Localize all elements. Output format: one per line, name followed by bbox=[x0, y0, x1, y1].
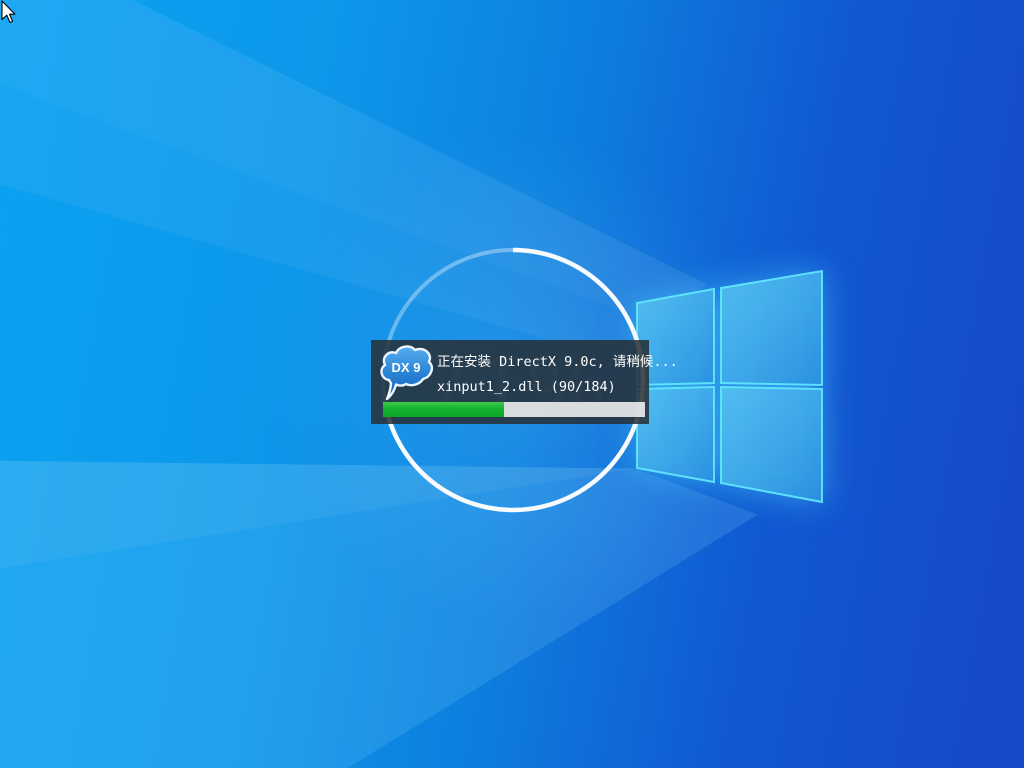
progress-bar-track bbox=[383, 402, 645, 417]
progress-fill bbox=[383, 402, 504, 417]
install-status-text: 正在安装 DirectX 9.0c, 请稍候... bbox=[437, 350, 678, 370]
install-file-counter: xinput1_2.dll (90/184) bbox=[437, 379, 616, 395]
directx-install-dialog: DX 9 正在安装 DirectX 9.0c, 请稍候... xinput1_2… bbox=[371, 340, 649, 424]
mouse-cursor-icon bbox=[0, 0, 24, 28]
dx9-cloud-icon: DX 9 bbox=[377, 342, 435, 402]
desktop: 71% DX 9 正在安装 DirectX 9.0c, 请稍候... xinpu… bbox=[0, 0, 1024, 768]
dx9-icon-label: DX 9 bbox=[392, 360, 421, 375]
